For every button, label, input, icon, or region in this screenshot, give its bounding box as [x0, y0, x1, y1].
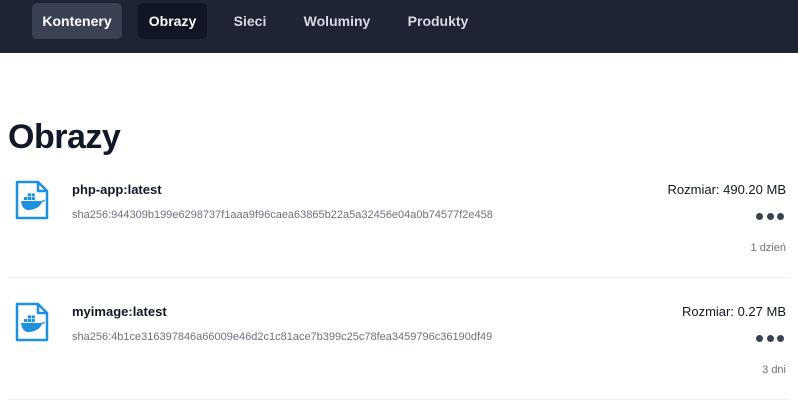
more-dot-icon [756, 212, 763, 220]
page-title: Obrazy [8, 118, 121, 156]
more-dot-icon [756, 334, 763, 342]
image-digest: sha256:4b1ce316397846a66009e46d2c1c81ace… [72, 331, 493, 343]
top-navigation: Kontenery Obrazy Sieci Woluminy Produkty [0, 0, 798, 53]
image-name[interactable]: myimage:latest [72, 304, 167, 319]
image-digest: sha256:944309b199e6298737f1aaa9f96caea63… [72, 209, 493, 221]
nav-item-woluminy[interactable]: Woluminy [293, 3, 381, 39]
more-dot-icon [777, 212, 784, 220]
image-list-item[interactable]: myimage:latest sha256:4b1ce316397846a660… [8, 290, 790, 400]
image-size: Rozmiar: 0.27 MB [681, 304, 786, 319]
nav-item-obrazy[interactable]: Obrazy [138, 3, 207, 39]
more-options-button[interactable] [756, 206, 784, 226]
image-age: 1 dzień [750, 242, 786, 254]
nav-item-kontenery[interactable]: Kontenery [32, 3, 122, 39]
image-list-item[interactable]: php-app:latest sha256:944309b199e6298737… [8, 168, 790, 278]
docker-image-file-icon [15, 180, 49, 220]
image-size: Rozmiar: 490.20 MB [667, 182, 787, 197]
image-age: 3 dni [762, 364, 786, 376]
nav-item-sieci[interactable]: Sieci [225, 3, 275, 39]
more-options-button[interactable] [756, 328, 784, 348]
docker-image-file-icon [15, 302, 49, 342]
image-name[interactable]: php-app:latest [72, 182, 162, 197]
nav-item-produkty[interactable]: Produkty [397, 3, 479, 39]
more-dot-icon [766, 334, 774, 342]
more-dot-icon [777, 334, 784, 342]
more-dot-icon [766, 212, 774, 220]
